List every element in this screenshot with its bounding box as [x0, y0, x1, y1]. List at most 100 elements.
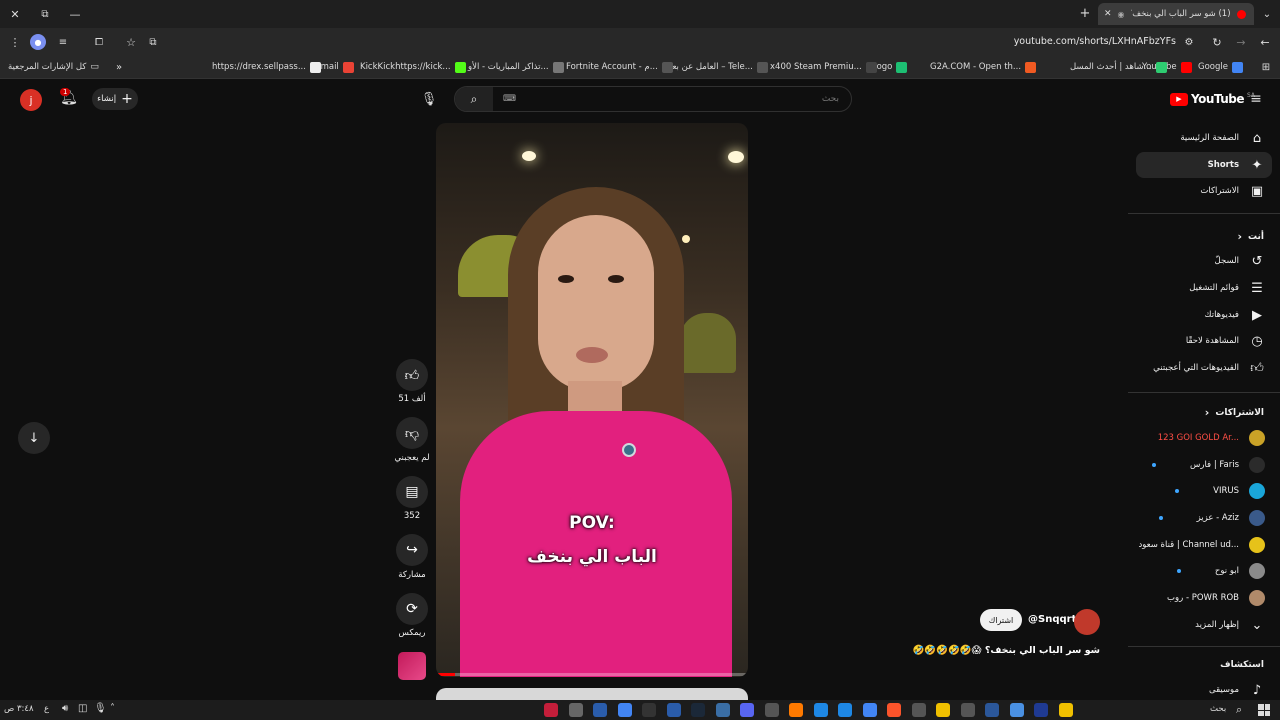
short-title[interactable]: شو سر الباب الي بنخف؟ 😱🤣🤣🤣🤣🤣 — [880, 645, 1101, 656]
channel-avatar[interactable] — [1074, 609, 1100, 635]
taskbar-app-icon[interactable] — [568, 703, 583, 717]
taskbar-app-icon[interactable] — [1058, 703, 1073, 717]
windows-start-icon[interactable] — [1258, 704, 1270, 716]
notifications-button[interactable]: 🔔︎ 1 — [58, 88, 80, 110]
bookmark-item[interactable]: https://drex.sellpass... — [212, 59, 321, 75]
sidebar-section-title[interactable]: استكشاف — [1220, 660, 1264, 670]
hamburger-menu-icon[interactable]: ≡ — [1248, 90, 1264, 108]
bookmark-item[interactable]: العامل عن بعد – Tele... — [668, 59, 768, 75]
bookmark-item[interactable]: x400 Steam Premiu... — [770, 59, 877, 75]
input-language[interactable]: ع — [44, 704, 49, 714]
tab-groups-icon[interactable]: ≡ — [56, 35, 70, 49]
taskbar-app-icon[interactable] — [936, 703, 950, 717]
extensions-icon[interactable]: ⧠ — [92, 35, 106, 49]
taskbar-search-icon[interactable]: ⌕ — [1236, 703, 1242, 717]
install-icon[interactable]: ⧉ — [146, 35, 160, 49]
subscription-item[interactable]: قناة سعود | Channel ud... — [1128, 532, 1280, 558]
taskbar-app-icon[interactable] — [691, 703, 705, 717]
create-button[interactable]: إنشاء + — [92, 88, 138, 110]
new-tab-icon[interactable]: + — [1078, 6, 1092, 21]
taskbar-search-label[interactable]: بحث — [1210, 704, 1226, 714]
bookmark-item[interactable]: تذاكر المباريات - الأو... — [468, 59, 564, 75]
subscription-item[interactable]: فارس | Faris — [1128, 452, 1280, 478]
sidebar-section-title[interactable]: › أنت — [1237, 230, 1264, 243]
taskbar-app-icon[interactable] — [642, 703, 656, 717]
close-tab-icon[interactable]: ✕ — [1104, 9, 1112, 19]
taskbar-app-icon[interactable] — [985, 703, 999, 717]
sidebar-item[interactable]: فيديوهاتك ▶ — [1128, 302, 1280, 328]
search-input[interactable] — [516, 94, 851, 104]
account-avatar[interactable]: j — [20, 89, 42, 111]
tray-chevron-icon[interactable]: ˄ — [110, 703, 115, 714]
microphone-icon[interactable]: 🎙︎ — [94, 703, 107, 714]
taskbar-app-icon[interactable] — [960, 703, 975, 717]
taskbar-app-icon[interactable] — [544, 703, 558, 717]
taskbar-app-icon[interactable] — [862, 703, 877, 717]
sidebar-section-title[interactable]: › الاشتراكات — [1205, 406, 1264, 419]
bookmark-item[interactable]: شاهد | أحدث المسل... — [1070, 59, 1167, 75]
tab-search-icon[interactable]: ⌄ — [1260, 7, 1274, 21]
subscription-item[interactable]: ابو نوح — [1128, 558, 1280, 584]
apps-grid-icon[interactable]: ⊞ — [1260, 61, 1272, 73]
sound-thumbnail[interactable] — [398, 652, 426, 680]
share-button[interactable]: ↪ — [396, 534, 428, 566]
bookmark-item[interactable]: Logo — [872, 59, 908, 75]
maximize-icon[interactable]: ⧉ — [38, 7, 52, 21]
taskbar-app-icon[interactable] — [1009, 703, 1024, 717]
taskbar-app-icon[interactable] — [1034, 703, 1048, 717]
like-button[interactable]: 👍︎ — [396, 359, 428, 391]
voice-search-icon[interactable]: 🎙︎ — [418, 88, 440, 110]
network-icon[interactable]: ◫ — [78, 703, 87, 714]
reload-icon[interactable]: ↻ — [1210, 35, 1224, 49]
sidebar-item[interactable]: إظهار المزيد ⌄ — [1128, 612, 1280, 638]
bookmark-item[interactable]: Fortnite Account - م... — [566, 59, 673, 75]
sidebar-item[interactable]: الفيديوهات التي أعجبتني 👍︎ — [1128, 355, 1280, 381]
subscription-item[interactable]: روب - POWR ROB — [1128, 585, 1280, 611]
sidebar-item[interactable]: المشاهدة لاحقًا ◷ — [1128, 328, 1280, 354]
taskbar-app-icon[interactable] — [740, 703, 754, 717]
channel-handle[interactable]: @Snqqrt — [1028, 614, 1076, 625]
minimize-icon[interactable]: — — [68, 7, 82, 21]
subscription-item[interactable]: عزيز - Aziz — [1128, 505, 1280, 531]
next-short-button[interactable]: ↓ — [18, 422, 50, 454]
taskbar-app-icon[interactable] — [838, 703, 852, 717]
bookmark-item[interactable]: Google — [1198, 59, 1243, 75]
taskbar-app-icon[interactable] — [715, 703, 730, 717]
all-bookmarks[interactable]: كل الإشارات المرجعية ▭ — [8, 59, 99, 75]
sidebar-item[interactable]: الصفحة الرئيسية ⌂ — [1128, 125, 1280, 151]
bookmark-star-icon[interactable]: ☆ — [124, 35, 138, 49]
more-bookmarks-icon[interactable]: » — [116, 59, 122, 75]
subscribe-button[interactable]: اشتراك — [980, 609, 1022, 631]
taskbar-app-icon[interactable] — [666, 703, 681, 717]
clock[interactable]: ٣:٤٨ ص — [4, 704, 34, 714]
profile-icon[interactable]: ● — [30, 34, 46, 50]
taskbar-app-icon[interactable] — [593, 703, 607, 717]
keyboard-icon[interactable]: ⌨ — [503, 94, 516, 104]
dislike-button[interactable]: 👎︎ — [396, 417, 428, 449]
search-button[interactable]: ⌕ — [455, 87, 493, 111]
sidebar-item[interactable]: السجلّ ↺ — [1128, 248, 1280, 274]
site-settings-icon[interactable]: ⚙ — [1182, 35, 1196, 49]
remix-button[interactable]: ⟳ — [396, 593, 428, 625]
next-short-preview[interactable] — [436, 688, 748, 700]
taskbar-app-icon[interactable] — [764, 703, 779, 717]
menu-dots-icon[interactable]: ⋮ — [9, 35, 21, 49]
taskbar-app-icon[interactable] — [813, 703, 828, 717]
comments-button[interactable]: ▤ — [396, 476, 428, 508]
taskbar-app-icon[interactable] — [789, 703, 803, 717]
url-field[interactable]: youtube.com/shorts/LXHnAFbzYFs — [170, 31, 1200, 52]
sidebar-item[interactable]: قوائم التشغيل ☰ — [1128, 275, 1280, 301]
sidebar-item[interactable]: Shorts ✦ — [1136, 152, 1272, 178]
active-tab[interactable]: ✕ ◉ (1) شو سر الباب الي بنخف؟ 🤣😱 — [1098, 3, 1254, 25]
short-video-player[interactable]: POV: الباب الي بنخف — [436, 123, 748, 677]
volume-icon[interactable]: 🔊︎ — [62, 703, 68, 714]
video-progress-track[interactable] — [436, 673, 748, 676]
sidebar-item[interactable]: الاشتراكات ▣ — [1128, 178, 1280, 204]
taskbar-app-icon[interactable] — [887, 703, 901, 717]
forward-icon[interactable]: → — [1234, 35, 1248, 49]
youtube-logo[interactable]: ▶ YouTube SA — [1170, 92, 1255, 106]
subscription-item[interactable]: 123 GOI GOLD Ar... — [1128, 425, 1280, 451]
taskbar-app-icon[interactable] — [617, 703, 632, 717]
close-window-icon[interactable]: ✕ — [8, 7, 22, 21]
back-icon[interactable]: ← — [1258, 35, 1272, 49]
